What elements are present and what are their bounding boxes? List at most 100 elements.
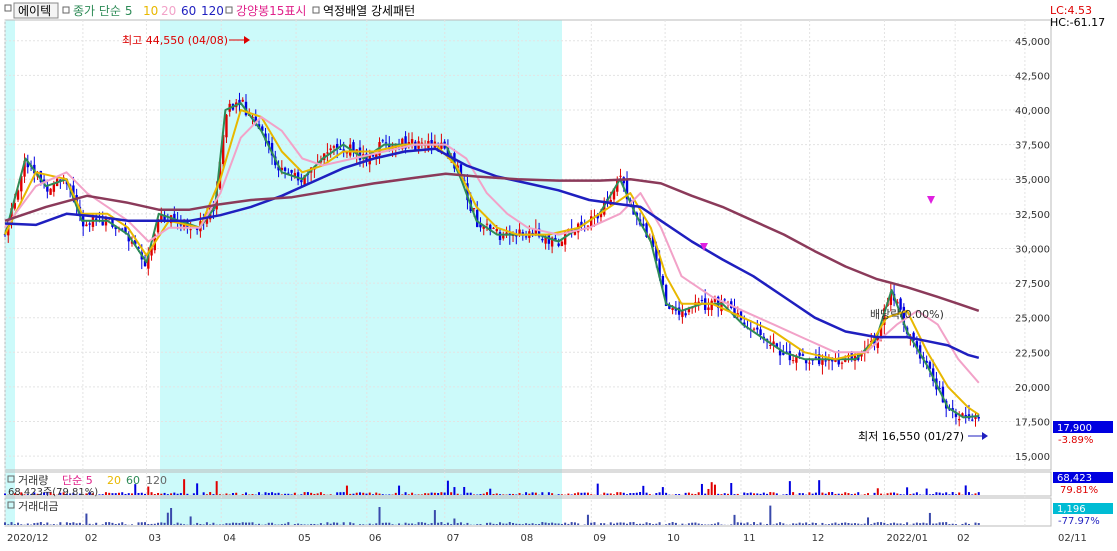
volume-bar [138, 493, 140, 495]
volume-bar [812, 494, 814, 495]
volume-bar [574, 493, 576, 495]
amount-bar [668, 523, 670, 525]
amount-change: -77.97% [1058, 516, 1100, 527]
amount-bar [906, 522, 908, 525]
volume-bar [548, 492, 550, 495]
amount-bar [85, 514, 87, 525]
candle-body [978, 417, 980, 418]
amount-bar [942, 522, 944, 525]
amount-bar [421, 522, 423, 525]
volume-bar [724, 493, 726, 495]
amount-bar [506, 524, 508, 525]
candle-body [815, 357, 817, 358]
amount-bar [900, 523, 902, 525]
amount-bar [502, 524, 504, 525]
volume-bar [212, 494, 214, 495]
volume-bar [620, 492, 622, 495]
volume-bar [646, 493, 648, 495]
volume-bar [395, 493, 397, 495]
volume-bar [955, 494, 957, 495]
volume-bar [747, 493, 749, 495]
candle-body [49, 189, 51, 195]
price-badge-value: 17,900 [1057, 423, 1092, 434]
volume-bar [541, 492, 543, 495]
amount-bar [714, 524, 716, 525]
pattern-toggle-icon[interactable] [313, 7, 319, 13]
y-axis-ticks: 15,00017,50020,00022,50025,00027,50030,0… [1015, 37, 1050, 463]
amount-bar [776, 523, 778, 525]
stock-chart[interactable]: 15,00017,50020,00022,50025,00027,50030,0… [0, 0, 1117, 547]
amount-bar [102, 524, 104, 525]
volume-bar [225, 493, 227, 495]
volume-bar [291, 494, 293, 495]
price-badge-change: -3.89% [1058, 435, 1093, 446]
x-tick-label: 11 [743, 533, 756, 544]
amount-bar [40, 522, 42, 525]
y-tick-label: 42,500 [1015, 71, 1050, 82]
amount-bar [519, 524, 521, 525]
volume-bar [265, 492, 267, 495]
amount-bar [639, 524, 641, 525]
volume-bar [356, 493, 358, 495]
volume-bar [444, 493, 446, 495]
volume-bar [590, 494, 592, 495]
amount-bar [209, 524, 211, 525]
volume-bar [649, 494, 651, 495]
volume-bar [952, 492, 954, 495]
volume-bar [834, 494, 836, 495]
x-tick-label: 2022/01 [886, 533, 928, 544]
candle-body [492, 228, 494, 229]
volume-bar [825, 494, 827, 495]
amount-bar [382, 523, 384, 525]
volume-bar [206, 494, 208, 495]
amount-bar [769, 506, 771, 525]
volume-bar [252, 494, 254, 495]
volume-bar [418, 494, 420, 495]
settings-box-icon[interactable] [5, 5, 11, 11]
amount-bar [414, 524, 416, 525]
candle-body [808, 363, 810, 364]
volume-bar [479, 494, 481, 495]
y-tick-label: 15,000 [1015, 452, 1050, 463]
amount-bar [694, 523, 696, 525]
volume-bar [603, 493, 605, 495]
x-tick-label: 10 [667, 533, 680, 544]
candle-body [88, 223, 90, 224]
amount-bar [160, 522, 162, 525]
amount-bar [11, 522, 13, 525]
amount-bar [82, 524, 84, 525]
candle-body [329, 148, 331, 150]
amount-bar [968, 524, 970, 525]
amount-bar [362, 524, 364, 525]
amount-bar [932, 524, 934, 525]
x-tick-label: 02 [957, 533, 970, 544]
amount-bar [17, 523, 19, 525]
volume-bar [509, 494, 511, 495]
amount-bar [147, 524, 149, 525]
amount-bar [919, 523, 921, 525]
amount-bar [352, 523, 354, 525]
amount-bar [310, 524, 312, 525]
amount-bar [525, 523, 527, 525]
volume-bar [948, 494, 950, 495]
candle-body [619, 176, 621, 177]
amount-bar [27, 524, 29, 525]
amount-bar [115, 524, 117, 525]
strong-toggle-icon[interactable] [226, 7, 232, 13]
volume-bar [727, 494, 729, 495]
candle-body [46, 186, 48, 191]
amount-bar [577, 523, 579, 525]
amount-bar [737, 522, 739, 525]
x-tick-label: 08 [521, 533, 534, 544]
ma-toggle-icon[interactable] [63, 7, 69, 13]
amount-bar [326, 522, 328, 525]
amount-bar [111, 523, 113, 525]
volume-bar [528, 494, 530, 495]
volume-bar [164, 493, 166, 495]
candle-body [284, 168, 286, 171]
amount-bar [450, 524, 452, 525]
volume-bar [450, 492, 452, 495]
volume-bar [854, 494, 856, 495]
amount-bar [225, 523, 227, 525]
hc-value: HC:-61.17 [1050, 16, 1105, 29]
